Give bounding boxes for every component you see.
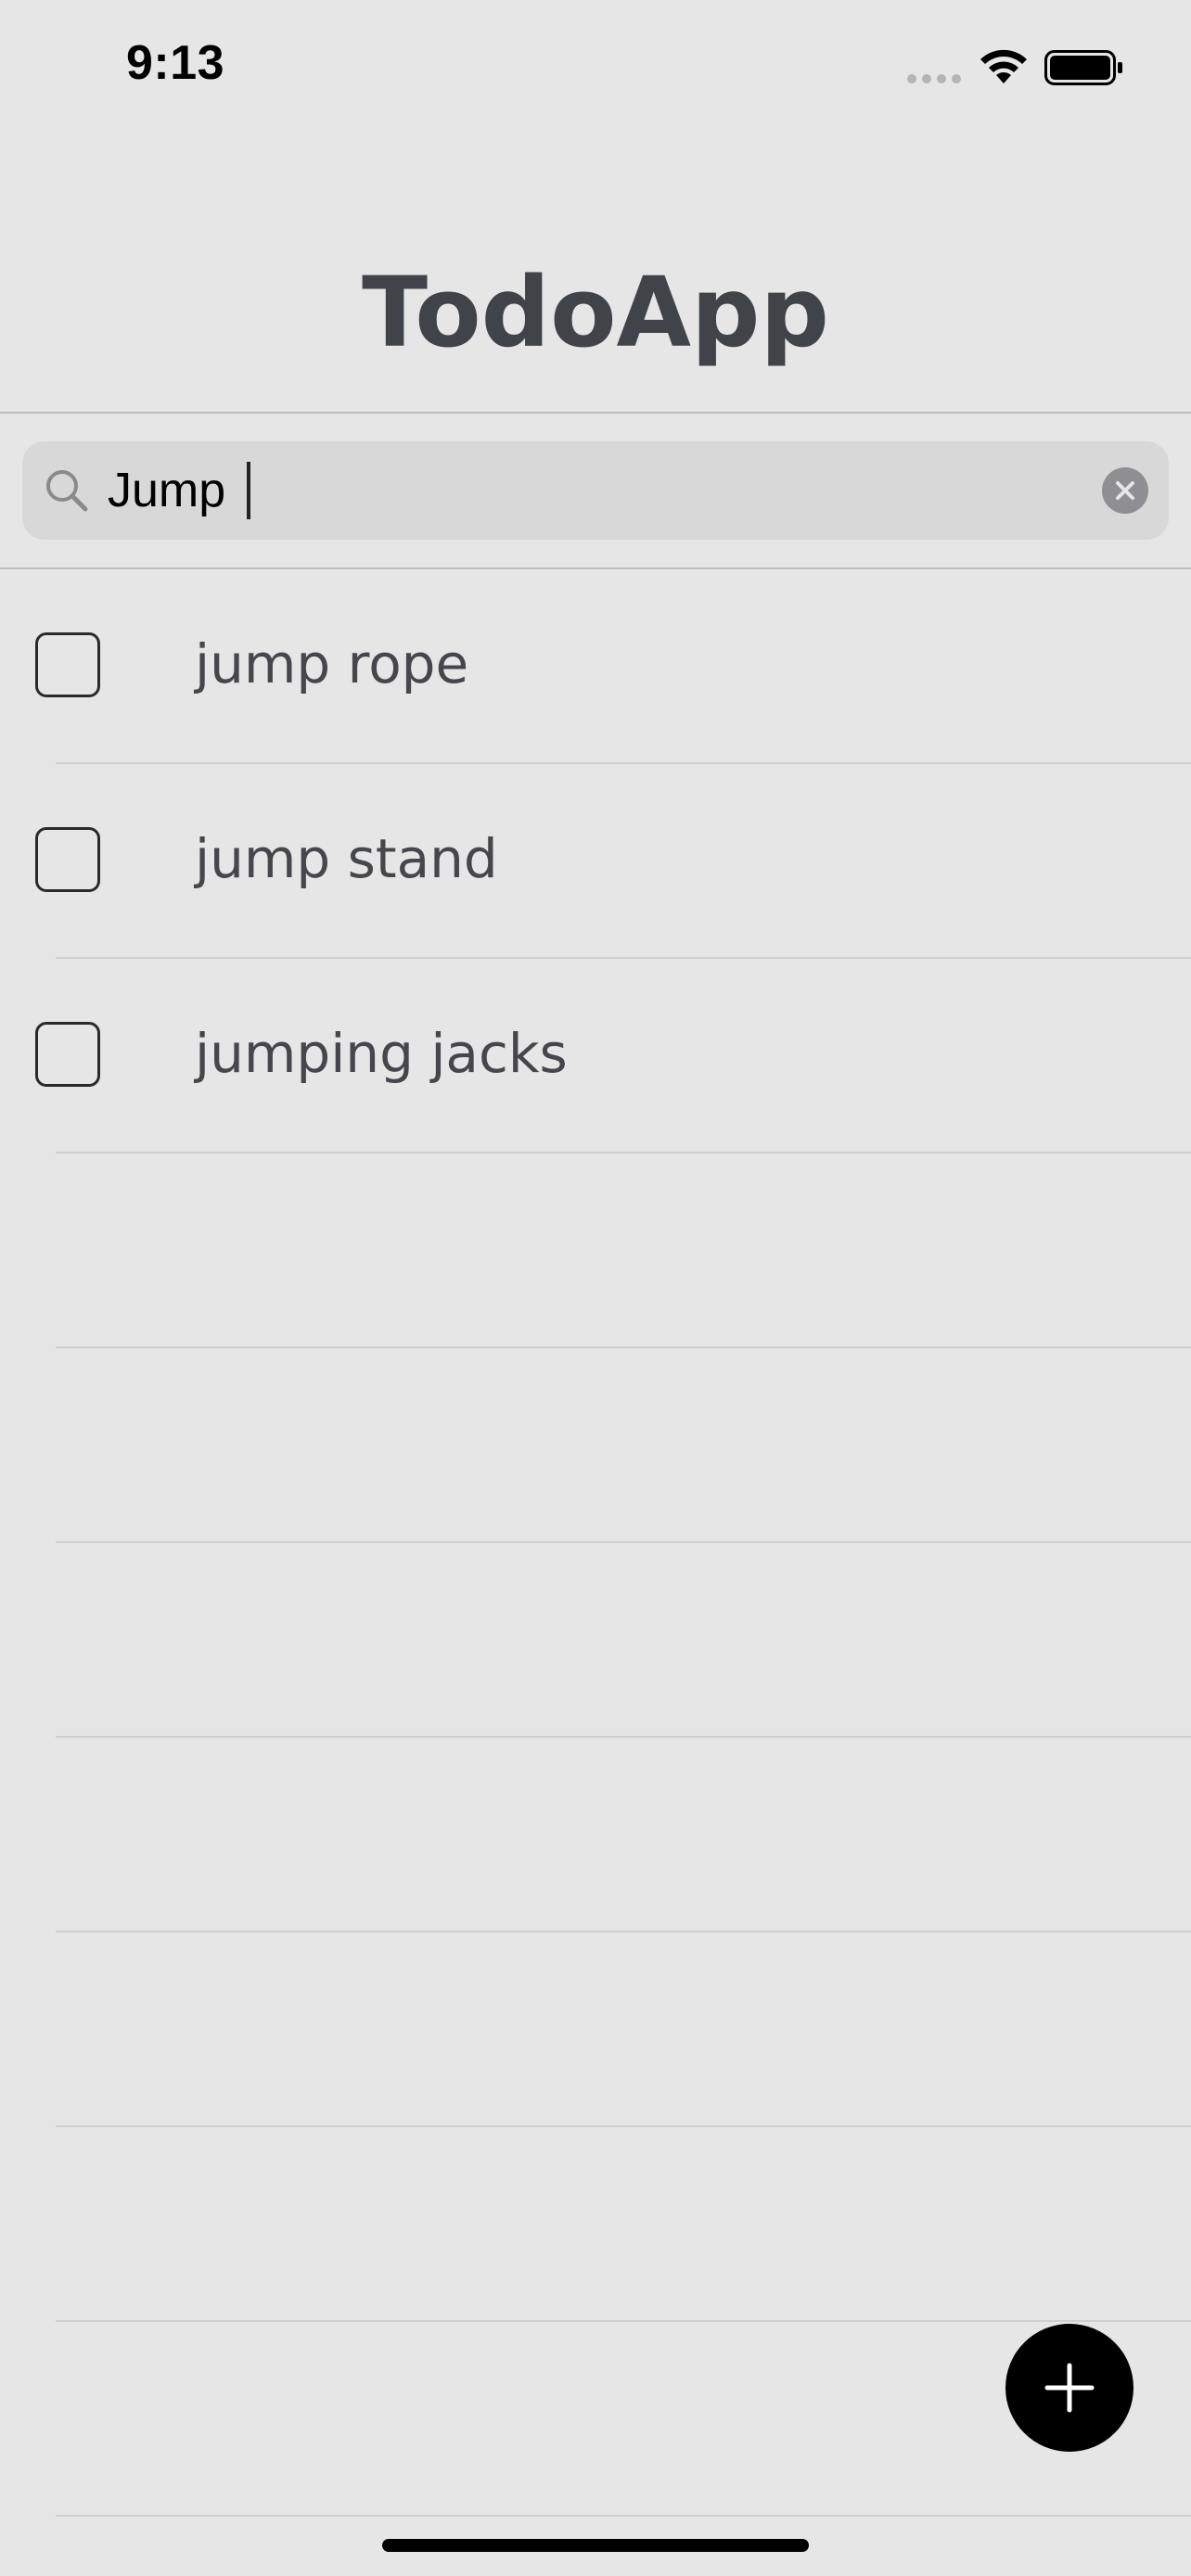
list-item[interactable]: jumping jacks [0,959,1191,1154]
page-title: TodoApp [362,256,829,369]
row-divider [56,2320,1191,2322]
todo-checkbox[interactable] [35,1022,100,1087]
todo-label: jumping jacks [195,1022,568,1085]
row-divider [56,1346,1191,1348]
row-divider [56,1736,1191,1738]
row-divider [56,957,1191,959]
add-todo-button[interactable] [1005,2324,1133,2452]
wifi-icon [980,49,1027,83]
clear-icon[interactable] [1102,467,1148,514]
search-bar[interactable] [22,441,1169,540]
signal-dots-icon [907,74,963,83]
text-caret [247,462,250,519]
header-divider [0,412,1191,414]
row-divider [56,1931,1191,1932]
status-bar: 9:13 [0,0,1191,130]
status-time: 9:13 [126,36,225,90]
row-divider [56,1541,1191,1543]
todo-label: jump rope [195,632,469,695]
row-divider [56,2125,1191,2127]
todo-checkbox[interactable] [35,827,100,892]
row-divider [56,762,1191,764]
row-divider [56,2515,1191,2517]
list-item[interactable]: jump stand [0,764,1191,959]
search-icon [46,470,88,512]
todo-label: jump stand [195,827,498,890]
row-divider [56,1152,1191,1154]
battery-icon [1044,50,1122,85]
todo-checkbox[interactable] [35,632,100,697]
home-indicator [382,2539,809,2552]
list-item[interactable]: jump rope [0,569,1191,764]
plus-icon [1044,2363,1095,2413]
